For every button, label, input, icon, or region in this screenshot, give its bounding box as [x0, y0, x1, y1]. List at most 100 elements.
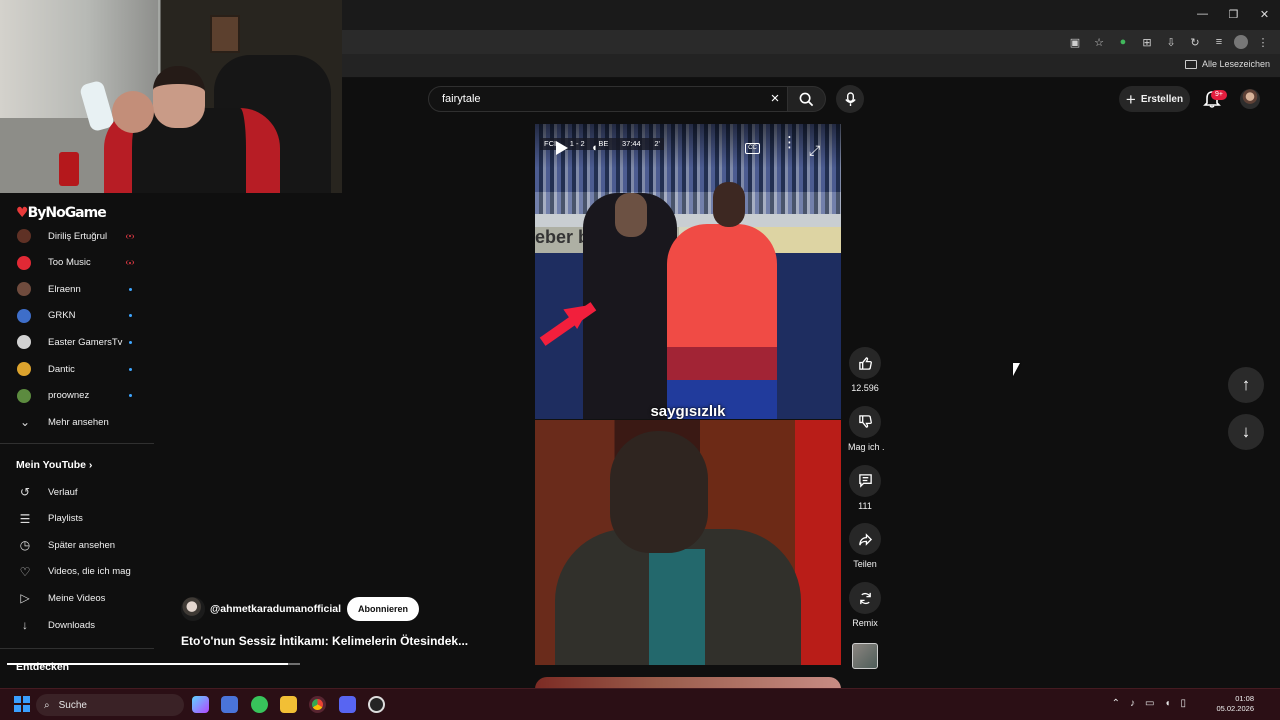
chrome-icon[interactable]: [309, 696, 326, 713]
system-tray: ⌃ ♪ ▭ ◖ ▯: [1112, 698, 1186, 709]
share-icon[interactable]: [849, 523, 881, 556]
comment-action[interactable]: 111: [848, 464, 882, 511]
library-item-label: Verlauf: [48, 486, 78, 498]
puzzle-icon[interactable]: ⊞: [1138, 33, 1156, 51]
restore-button[interactable]: ❐: [1218, 0, 1249, 28]
remix-thumbnail[interactable]: [852, 643, 878, 669]
all-bookmarks[interactable]: Alle Lesezeichen: [1184, 59, 1270, 69]
plus-icon: +: [1125, 89, 1136, 109]
subscription-avatar: [17, 335, 31, 350]
channel-name[interactable]: @ahmetkaradumanofficial: [210, 603, 341, 615]
library-item[interactable]: ↺ Verlauf: [0, 479, 154, 505]
next-short-button[interactable]: ↓: [1228, 414, 1264, 450]
search-icon: ⌕: [44, 699, 50, 711]
action-label: 111: [858, 500, 872, 511]
battery-icon[interactable]: ▯: [1180, 698, 1186, 709]
share-action[interactable]: Teilen: [848, 523, 882, 569]
captions-icon[interactable]: CC: [745, 143, 760, 154]
remix-icon[interactable]: [849, 582, 881, 615]
voice-search-button[interactable]: [836, 85, 864, 113]
library-item[interactable]: ▷ Meine Videos: [0, 585, 154, 611]
subscription-item[interactable]: Dantic: [0, 356, 154, 382]
library-item[interactable]: ♡ Videos, die ich mag: [0, 559, 154, 585]
library-item[interactable]: ↓ Downloads: [0, 612, 154, 638]
profile-icon[interactable]: [1234, 35, 1248, 49]
media-icon[interactable]: ≡: [1210, 33, 1228, 51]
subscription-avatar: [17, 388, 31, 403]
search-button[interactable]: [788, 86, 826, 112]
comment-icon[interactable]: [849, 464, 881, 497]
sidebar-divider: [0, 443, 154, 444]
more-icon[interactable]: ⋮: [1254, 33, 1272, 51]
profile-avatar[interactable]: [1240, 89, 1260, 109]
subscription-item[interactable]: Elraenn: [0, 276, 154, 302]
thumb-down-icon[interactable]: [849, 405, 881, 438]
channel-row: @ahmetkaradumanofficial Abonnieren: [181, 597, 420, 621]
more-subscriptions-button[interactable]: ⌄ Mehr ansehen: [0, 409, 154, 435]
play-icon[interactable]: [556, 141, 568, 155]
subscription-item[interactable]: Diriliş Ertuğrul: [0, 223, 154, 249]
search-input[interactable]: fairytale: [442, 93, 481, 105]
streamer-hand: [112, 91, 154, 133]
screen-share-icon[interactable]: ▣: [1066, 33, 1084, 51]
download-icon[interactable]: ⇩: [1162, 33, 1180, 51]
chevron-down-icon: ⌄: [19, 415, 31, 429]
close-window-button[interactable]: ✕: [1249, 0, 1280, 28]
shorts-player[interactable]: eber ber Viatel saygısızlık FCI1 - 2BE37…: [535, 124, 841, 665]
taskbar-search[interactable]: ⌕ Suche: [36, 694, 184, 716]
copilot-icon[interactable]: [192, 696, 209, 713]
thumb-up-action[interactable]: 12.596: [848, 347, 882, 393]
clear-search-icon[interactable]: ×: [767, 91, 783, 107]
previous-short-button[interactable]: ↑: [1228, 367, 1264, 403]
video-progress-bar[interactable]: [7, 663, 300, 665]
subscription-item[interactable]: proownez: [0, 383, 154, 409]
history-icon[interactable]: ↻: [1186, 33, 1204, 51]
more-label: Mehr ansehen: [48, 416, 109, 428]
window-controls: — ❐ ✕: [1187, 0, 1280, 28]
my-youtube-link[interactable]: Mein YouTube ›: [16, 459, 92, 471]
chevron-right-icon: ›: [88, 459, 93, 471]
extension-icon[interactable]: ●: [1114, 33, 1132, 51]
chevron-up-icon[interactable]: ⌃: [1112, 698, 1120, 709]
discord-icon[interactable]: [339, 696, 356, 713]
taskbar-clock[interactable]: 01:08 05.02.2026: [1216, 694, 1254, 714]
thumb-up-icon[interactable]: [849, 347, 881, 379]
subscription-item[interactable]: Too Music: [0, 250, 154, 276]
subscribe-button[interactable]: Abonnieren: [347, 597, 420, 621]
remix-action[interactable]: Remix: [848, 582, 882, 628]
new-content-indicator: [129, 367, 132, 371]
channel-avatar[interactable]: [181, 597, 205, 621]
whatsapp-icon[interactable]: [251, 696, 268, 713]
file-explorer-icon[interactable]: [280, 696, 297, 713]
video-icon: ▷: [20, 591, 30, 606]
minimize-button[interactable]: —: [1187, 0, 1218, 28]
mouse-cursor: [1013, 363, 1024, 376]
windows-start-icon[interactable]: [14, 696, 30, 712]
network-icon[interactable]: ▭: [1145, 698, 1154, 709]
action-label: Teilen: [853, 559, 877, 570]
subscription-item[interactable]: Easter GamersTv: [0, 329, 154, 355]
sidebar-channel-brand[interactable]: ♥ByNoGame: [16, 205, 107, 221]
search-icon: [799, 92, 814, 106]
library-item[interactable]: ◷ Später ansehen: [0, 532, 154, 558]
more-icon[interactable]: ⋮: [782, 135, 797, 156]
fullscreen-icon[interactable]: ⤢: [809, 142, 824, 158]
search-box[interactable]: fairytale ×: [428, 86, 788, 112]
short-title[interactable]: Eto'o'nun Sessiz İntikamı: Kelimelerin Ö…: [181, 634, 531, 648]
bookmarks-label[interactable]: Alle Lesezeichen: [1202, 59, 1270, 69]
coach-face: [615, 193, 647, 237]
arrow-up-icon: ↑: [1241, 375, 1251, 394]
subscription-avatar: [17, 282, 31, 297]
subscription-item[interactable]: GRKN: [0, 303, 154, 329]
volume-icon[interactable]: ◖: [591, 142, 605, 156]
thumb-up-icon: ♡: [19, 564, 31, 579]
obs-icon[interactable]: [368, 696, 385, 713]
microphone-icon[interactable]: ♪: [1130, 698, 1135, 709]
store-icon[interactable]: [221, 696, 238, 713]
subscription-avatar: [17, 308, 31, 323]
thumb-down-action[interactable]: Mag ich .: [848, 405, 885, 452]
library-item[interactable]: ☰ Playlists: [0, 506, 154, 532]
star-icon[interactable]: ☆: [1090, 33, 1108, 51]
volume-icon[interactable]: ◖: [1164, 698, 1170, 709]
create-button[interactable]: + Erstellen: [1119, 86, 1190, 112]
